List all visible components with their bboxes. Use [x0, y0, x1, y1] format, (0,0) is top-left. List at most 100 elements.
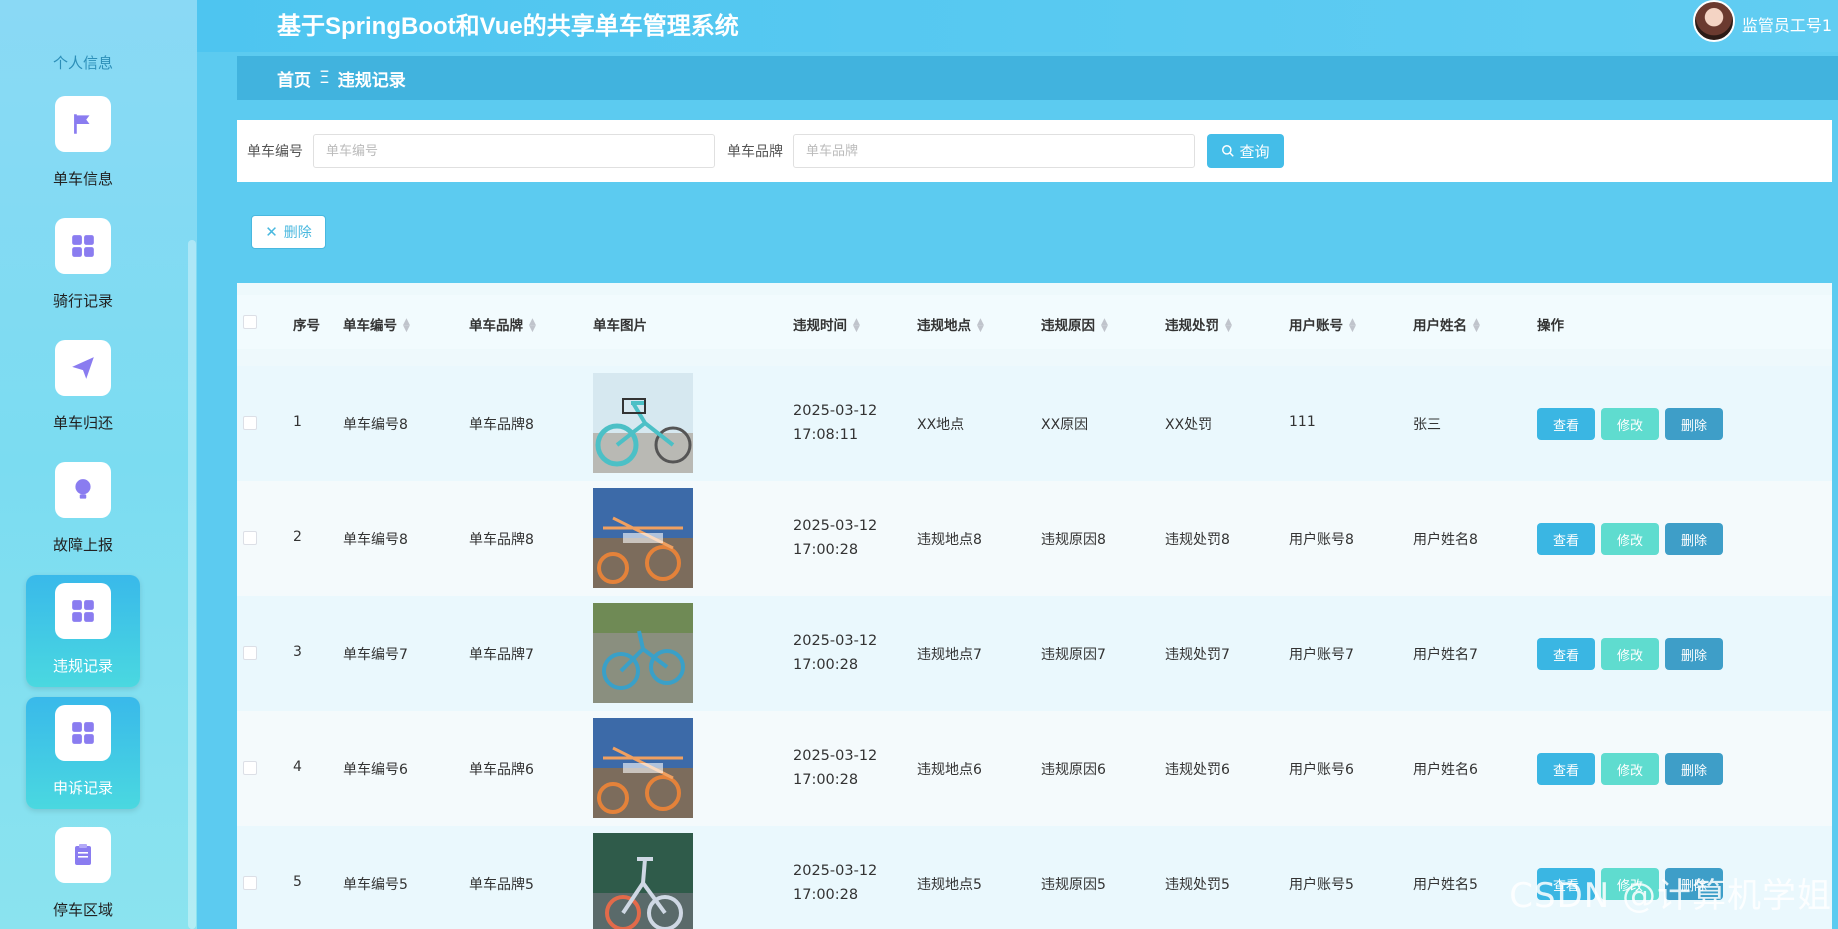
view-button[interactable]: 查看 — [1537, 523, 1595, 555]
sidebar-item-appeal-records[interactable]: 申诉记录 — [26, 697, 140, 809]
select-all-checkbox[interactable] — [243, 315, 257, 329]
user-name[interactable]: 监管员工号1 — [1742, 12, 1832, 36]
cell-bike-no: 单车编号8 — [343, 417, 408, 433]
table-header: 序号 单车编号 ▲ ▼ 单车品牌 ▲ ▼ 单车图片 违规时间 ▲ ▼ 违规地点 ▲ ▼ 违规原因… — [237, 295, 1832, 349]
query-button[interactable]: 查询 — [1207, 134, 1284, 168]
bike-image[interactable] — [593, 833, 693, 929]
cell-reason: 违规原因6 — [1041, 762, 1106, 778]
sidebar: 个人信息 单车信息 骑行记录 单车归还 故障上报 违规记录 申诉记录 停车区域 — [0, 0, 197, 929]
grid-icon — [55, 218, 111, 274]
cell-index: 2 — [293, 529, 302, 545]
cell-account: 用户账号7 — [1289, 647, 1354, 663]
sort-icon[interactable]: ▲ ▼ — [1101, 318, 1108, 334]
delete-button[interactable]: 删除 — [1665, 523, 1723, 555]
clipboard-icon — [55, 827, 111, 883]
delete-button[interactable]: 删除 — [1665, 638, 1723, 670]
header-label: 单车编号 — [343, 318, 397, 334]
brand-label: 单车品牌 — [727, 144, 783, 160]
cell-time: 2025-03-12 17:00:28 — [793, 633, 878, 673]
sidebar-scrollbar[interactable] — [188, 240, 196, 929]
cell-bike-no: 单车编号7 — [343, 647, 408, 663]
row-checkbox[interactable] — [243, 416, 257, 430]
cell-reason: 违规原因7 — [1041, 647, 1106, 663]
header-reason[interactable]: 违规原因 ▲ ▼ — [1041, 314, 1108, 335]
sort-icon[interactable]: ▲ ▼ — [1225, 318, 1232, 334]
cell-name: 用户姓名5 — [1413, 877, 1478, 893]
violation-table: 序号 单车编号 ▲ ▼ 单车品牌 ▲ ▼ 单车图片 违规时间 ▲ ▼ 违规地点 ▲ ▼ 违规原因… — [237, 283, 1832, 929]
header-brand[interactable]: 单车品牌 ▲ ▼ — [469, 314, 536, 335]
search-icon — [1222, 145, 1235, 157]
bike-no-input[interactable] — [313, 134, 715, 168]
bike-image[interactable] — [593, 488, 693, 588]
cell-name: 用户姓名7 — [1413, 647, 1478, 663]
row-checkbox[interactable] — [243, 761, 257, 775]
edit-button[interactable]: 修改 — [1601, 523, 1659, 555]
view-button[interactable]: 查看 — [1537, 408, 1595, 440]
bike-image[interactable] — [593, 718, 693, 818]
delete-button[interactable]: 删除 — [1665, 753, 1723, 785]
sidebar-item-label: 单车归还 — [52, 414, 113, 432]
bike-image[interactable] — [593, 373, 693, 473]
row-checkbox[interactable] — [243, 531, 257, 545]
sidebar-item-violation-records[interactable]: 违规记录 — [26, 575, 140, 687]
sort-icon[interactable]: ▲ ▼ — [977, 318, 984, 334]
cell-account: 用户账号8 — [1289, 532, 1354, 548]
view-button[interactable]: 查看 — [1537, 638, 1595, 670]
cell-brand: 单车品牌5 — [469, 877, 534, 893]
view-button[interactable]: 查看 — [1537, 753, 1595, 785]
sort-icon[interactable]: ▲ ▼ — [1473, 318, 1480, 334]
table-row: 2 单车编号8 单车品牌8 2025-03-12 17:00:28 违规地点8 … — [237, 481, 1832, 596]
row-checkbox[interactable] — [243, 876, 257, 890]
cell-reason: XX原因 — [1041, 417, 1089, 433]
cell-index: 1 — [293, 414, 302, 430]
header-location[interactable]: 违规地点 ▲ ▼ — [917, 314, 984, 335]
header-penalty[interactable]: 违规处罚 ▲ ▼ — [1165, 314, 1232, 335]
app-title: 基于SpringBoot和Vue的共享单车管理系统 — [277, 13, 739, 40]
edit-button[interactable]: 修改 — [1601, 753, 1659, 785]
header-account[interactable]: 用户账号 ▲ ▼ — [1289, 314, 1356, 335]
breadcrumb-home[interactable]: 首页 — [277, 66, 311, 91]
sort-icon[interactable]: ▲ ▼ — [403, 318, 410, 334]
sidebar-item-parking-area[interactable]: 停车区域 — [26, 819, 140, 929]
cell-account: 用户账号6 — [1289, 762, 1354, 778]
sidebar-item-bike-info[interactable]: 单车信息 — [26, 88, 140, 200]
cell-time: 2025-03-12 17:00:28 — [793, 863, 878, 903]
cell-location: 违规地点6 — [917, 762, 982, 778]
header-actions: 操作 — [1537, 318, 1564, 334]
header-time[interactable]: 违规时间 ▲ ▼ — [793, 314, 860, 335]
table-row: 4 单车编号6 单车品牌6 2025-03-12 17:00:28 违规地点6 … — [237, 711, 1832, 826]
cell-brand: 单车品牌7 — [469, 647, 534, 663]
cell-reason: 违规原因8 — [1041, 532, 1106, 548]
search-bar: 单车编号 单车品牌 查询 — [237, 120, 1832, 182]
avatar[interactable] — [1693, 0, 1735, 42]
sidebar-item-label: 故障上报 — [52, 536, 113, 554]
bulk-delete-button[interactable]: ✕ 删除 — [251, 215, 326, 249]
sort-icon[interactable]: ▲ ▼ — [1349, 318, 1356, 334]
cell-brand: 单车品牌6 — [469, 762, 534, 778]
sidebar-item-bike-return[interactable]: 单车归还 — [26, 332, 140, 444]
cell-reason: 违规原因5 — [1041, 877, 1106, 893]
cell-penalty: 违规处罚7 — [1165, 647, 1230, 663]
cell-name: 用户姓名8 — [1413, 532, 1478, 548]
edit-button[interactable]: 修改 — [1601, 638, 1659, 670]
breadcrumb-current: 违规记录 — [337, 70, 406, 91]
sort-icon[interactable]: ▲ ▼ — [853, 318, 860, 334]
lightbulb-icon — [55, 462, 111, 518]
edit-button[interactable]: 修改 — [1601, 408, 1659, 440]
sidebar-item-ride-records[interactable]: 骑行记录 — [26, 210, 140, 322]
delete-button[interactable]: 删除 — [1665, 408, 1723, 440]
bulk-delete-label: 删除 — [283, 225, 312, 241]
header-name[interactable]: 用户姓名 ▲ ▼ — [1413, 314, 1480, 335]
header-bike-no[interactable]: 单车编号 ▲ ▼ — [343, 314, 410, 335]
header-image: 单车图片 — [593, 318, 647, 334]
sidebar-item-profile[interactable]: 个人信息 — [0, 52, 166, 73]
paper-plane-icon — [55, 340, 111, 396]
bike-image[interactable] — [593, 603, 693, 703]
sort-icon[interactable]: ▲ ▼ — [529, 318, 536, 334]
watermark: CSDN @计算机学姐 — [1509, 876, 1832, 916]
row-checkbox[interactable] — [243, 646, 257, 660]
sidebar-item-fault-report[interactable]: 故障上报 — [26, 454, 140, 566]
header-label: 单车品牌 — [469, 318, 523, 334]
brand-input[interactable] — [793, 134, 1195, 168]
cell-account: 用户账号5 — [1289, 877, 1354, 893]
